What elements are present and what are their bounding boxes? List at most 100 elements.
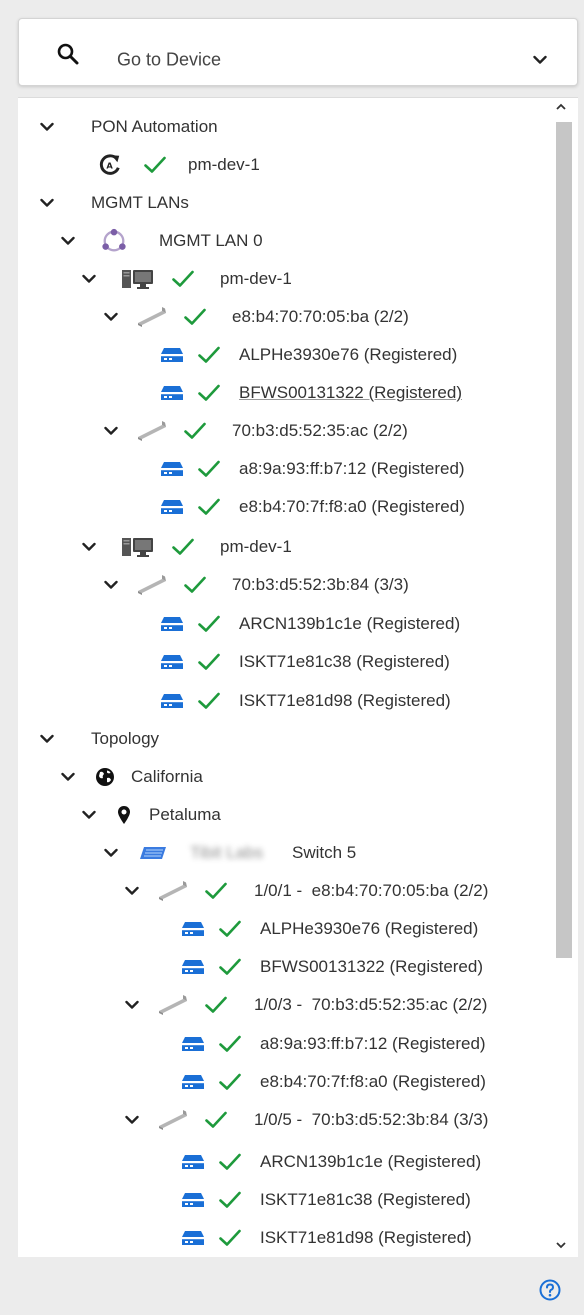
onu-icon [181,959,205,975]
onu-icon [181,921,205,937]
chevron-down-icon[interactable] [40,734,54,744]
globe-icon [95,767,115,787]
scroll-down-arrow-icon[interactable] [555,1240,567,1250]
chevron-down-icon[interactable] [40,122,54,132]
chevron-down-icon[interactable] [82,274,96,284]
device-tree[interactable]: PON Automation pm-dev-1 MGMT LANs MGMT L… [18,97,578,1257]
check-icon [198,460,220,478]
tree-node-label: MGMT LANs [91,193,189,212]
chevron-down-icon[interactable] [104,580,118,590]
chevron-down-icon[interactable] [40,198,54,208]
chevron-down-icon[interactable] [61,236,75,246]
check-icon [219,958,241,976]
olt-icon [157,995,191,1015]
check-icon [198,346,220,364]
automation-icon [98,153,122,177]
help-icon[interactable] [539,1279,561,1301]
chevron-down-icon[interactable] [82,810,96,820]
chevron-down-icon[interactable] [533,55,547,65]
switch-vendor-label: Tibit Labs [190,843,264,862]
tree-node-label: Switch 5 [292,843,357,862]
check-icon [198,384,220,402]
check-icon [198,653,220,671]
onu-icon [181,1192,205,1208]
check-icon [219,1153,241,1171]
tree-node-label: 70:b3:d5:52:3b:84 (3/3) [232,575,409,594]
onu-icon [160,347,184,363]
onu-icon [181,1230,205,1246]
check-icon [184,422,206,440]
chevron-down-icon[interactable] [82,542,96,552]
check-icon [219,1035,241,1053]
tree-node-label: 1/0/1 - e8:b4:70:70:05:ba (2/2) [254,881,489,900]
map-pin-icon [117,805,131,825]
onu-icon [160,654,184,670]
check-icon [198,615,220,633]
tree-node-label: e8:b4:70:7f:f8:a0 (Registered) [239,497,465,516]
tree-node-label: ISKT71e81d98 (Registered) [239,691,451,710]
go-to-device-select[interactable]: Go to Device [18,18,578,86]
tree-node-label: ALPHe3930e76 (Registered) [239,345,458,364]
olt-icon [136,307,170,327]
scrollbar-thumb[interactable] [556,122,572,958]
check-icon [219,1191,241,1209]
onu-icon [160,385,184,401]
tree-node-label: a8:9a:93:ff:b7:12 (Registered) [239,459,465,478]
check-icon [172,538,194,556]
tree-node-label: ALPHe3930e76 (Registered) [260,919,479,938]
tree-node-label: 1/0/3 - 70:b3:d5:52:35:ac (2/2) [254,995,488,1014]
tree-node-label: 1/0/5 - 70:b3:d5:52:3b:84 (3/3) [254,1110,489,1129]
tree-node-label: BFWS00131322 (Registered) [239,383,463,402]
tree-node-label: MGMT LAN 0 [159,231,263,250]
chevron-down-icon[interactable] [104,848,118,858]
switch-icon [138,845,168,861]
chevron-down-icon[interactable] [104,312,118,322]
olt-icon [136,421,170,441]
server-icon [122,268,154,290]
onu-icon [160,693,184,709]
tree-node-label: e8:b4:70:7f:f8:a0 (Registered) [260,1072,486,1091]
go-to-device-placeholder: Go to Device [117,49,222,70]
tree-node-label: pm-dev-1 [220,269,292,288]
tree-node-label: Topology [91,729,160,748]
check-icon [205,1111,227,1129]
check-icon [219,1073,241,1091]
chevron-down-icon[interactable] [104,426,118,436]
server-icon [122,536,154,558]
check-icon [205,882,227,900]
onu-icon [160,499,184,515]
chevron-down-icon[interactable] [125,886,139,896]
search-icon [57,43,79,65]
scroll-up-arrow-icon[interactable] [555,102,567,112]
onu-icon [160,461,184,477]
lan-network-icon [101,228,127,254]
check-icon [184,576,206,594]
tree-node-label: ARCN139b1c1e (Registered) [260,1152,482,1171]
tree-node-label: ISKT71e81c38 (Registered) [260,1190,471,1209]
chevron-down-icon[interactable] [125,1115,139,1125]
olt-icon [157,881,191,901]
tree-node-label: ARCN139b1c1e (Registered) [239,614,461,633]
olt-icon [136,575,170,595]
check-icon [144,156,166,174]
tree-node-label: pm-dev-1 [188,155,260,174]
tree-node-label: California [131,767,203,786]
onu-icon [181,1036,205,1052]
tree-node-label: pm-dev-1 [220,537,292,556]
tree-node-label: 70:b3:d5:52:35:ac (2/2) [232,421,408,440]
onu-icon [181,1074,205,1090]
tree-node-label: ISKT71e81d98 (Registered) [260,1228,472,1247]
onu-icon [160,616,184,632]
check-icon [198,498,220,516]
tree-node-label: ISKT71e81c38 (Registered) [239,652,450,671]
check-icon [219,920,241,938]
tree-node-label: e8:b4:70:70:05:ba (2/2) [232,307,409,326]
onu-icon [181,1154,205,1170]
check-icon [219,1229,241,1247]
tree-node-label: BFWS00131322 (Registered) [260,957,484,976]
olt-icon [157,1110,191,1130]
chevron-down-icon[interactable] [61,772,75,782]
tree-node-label: PON Automation [91,117,218,136]
check-icon [184,308,206,326]
chevron-down-icon[interactable] [125,1000,139,1010]
